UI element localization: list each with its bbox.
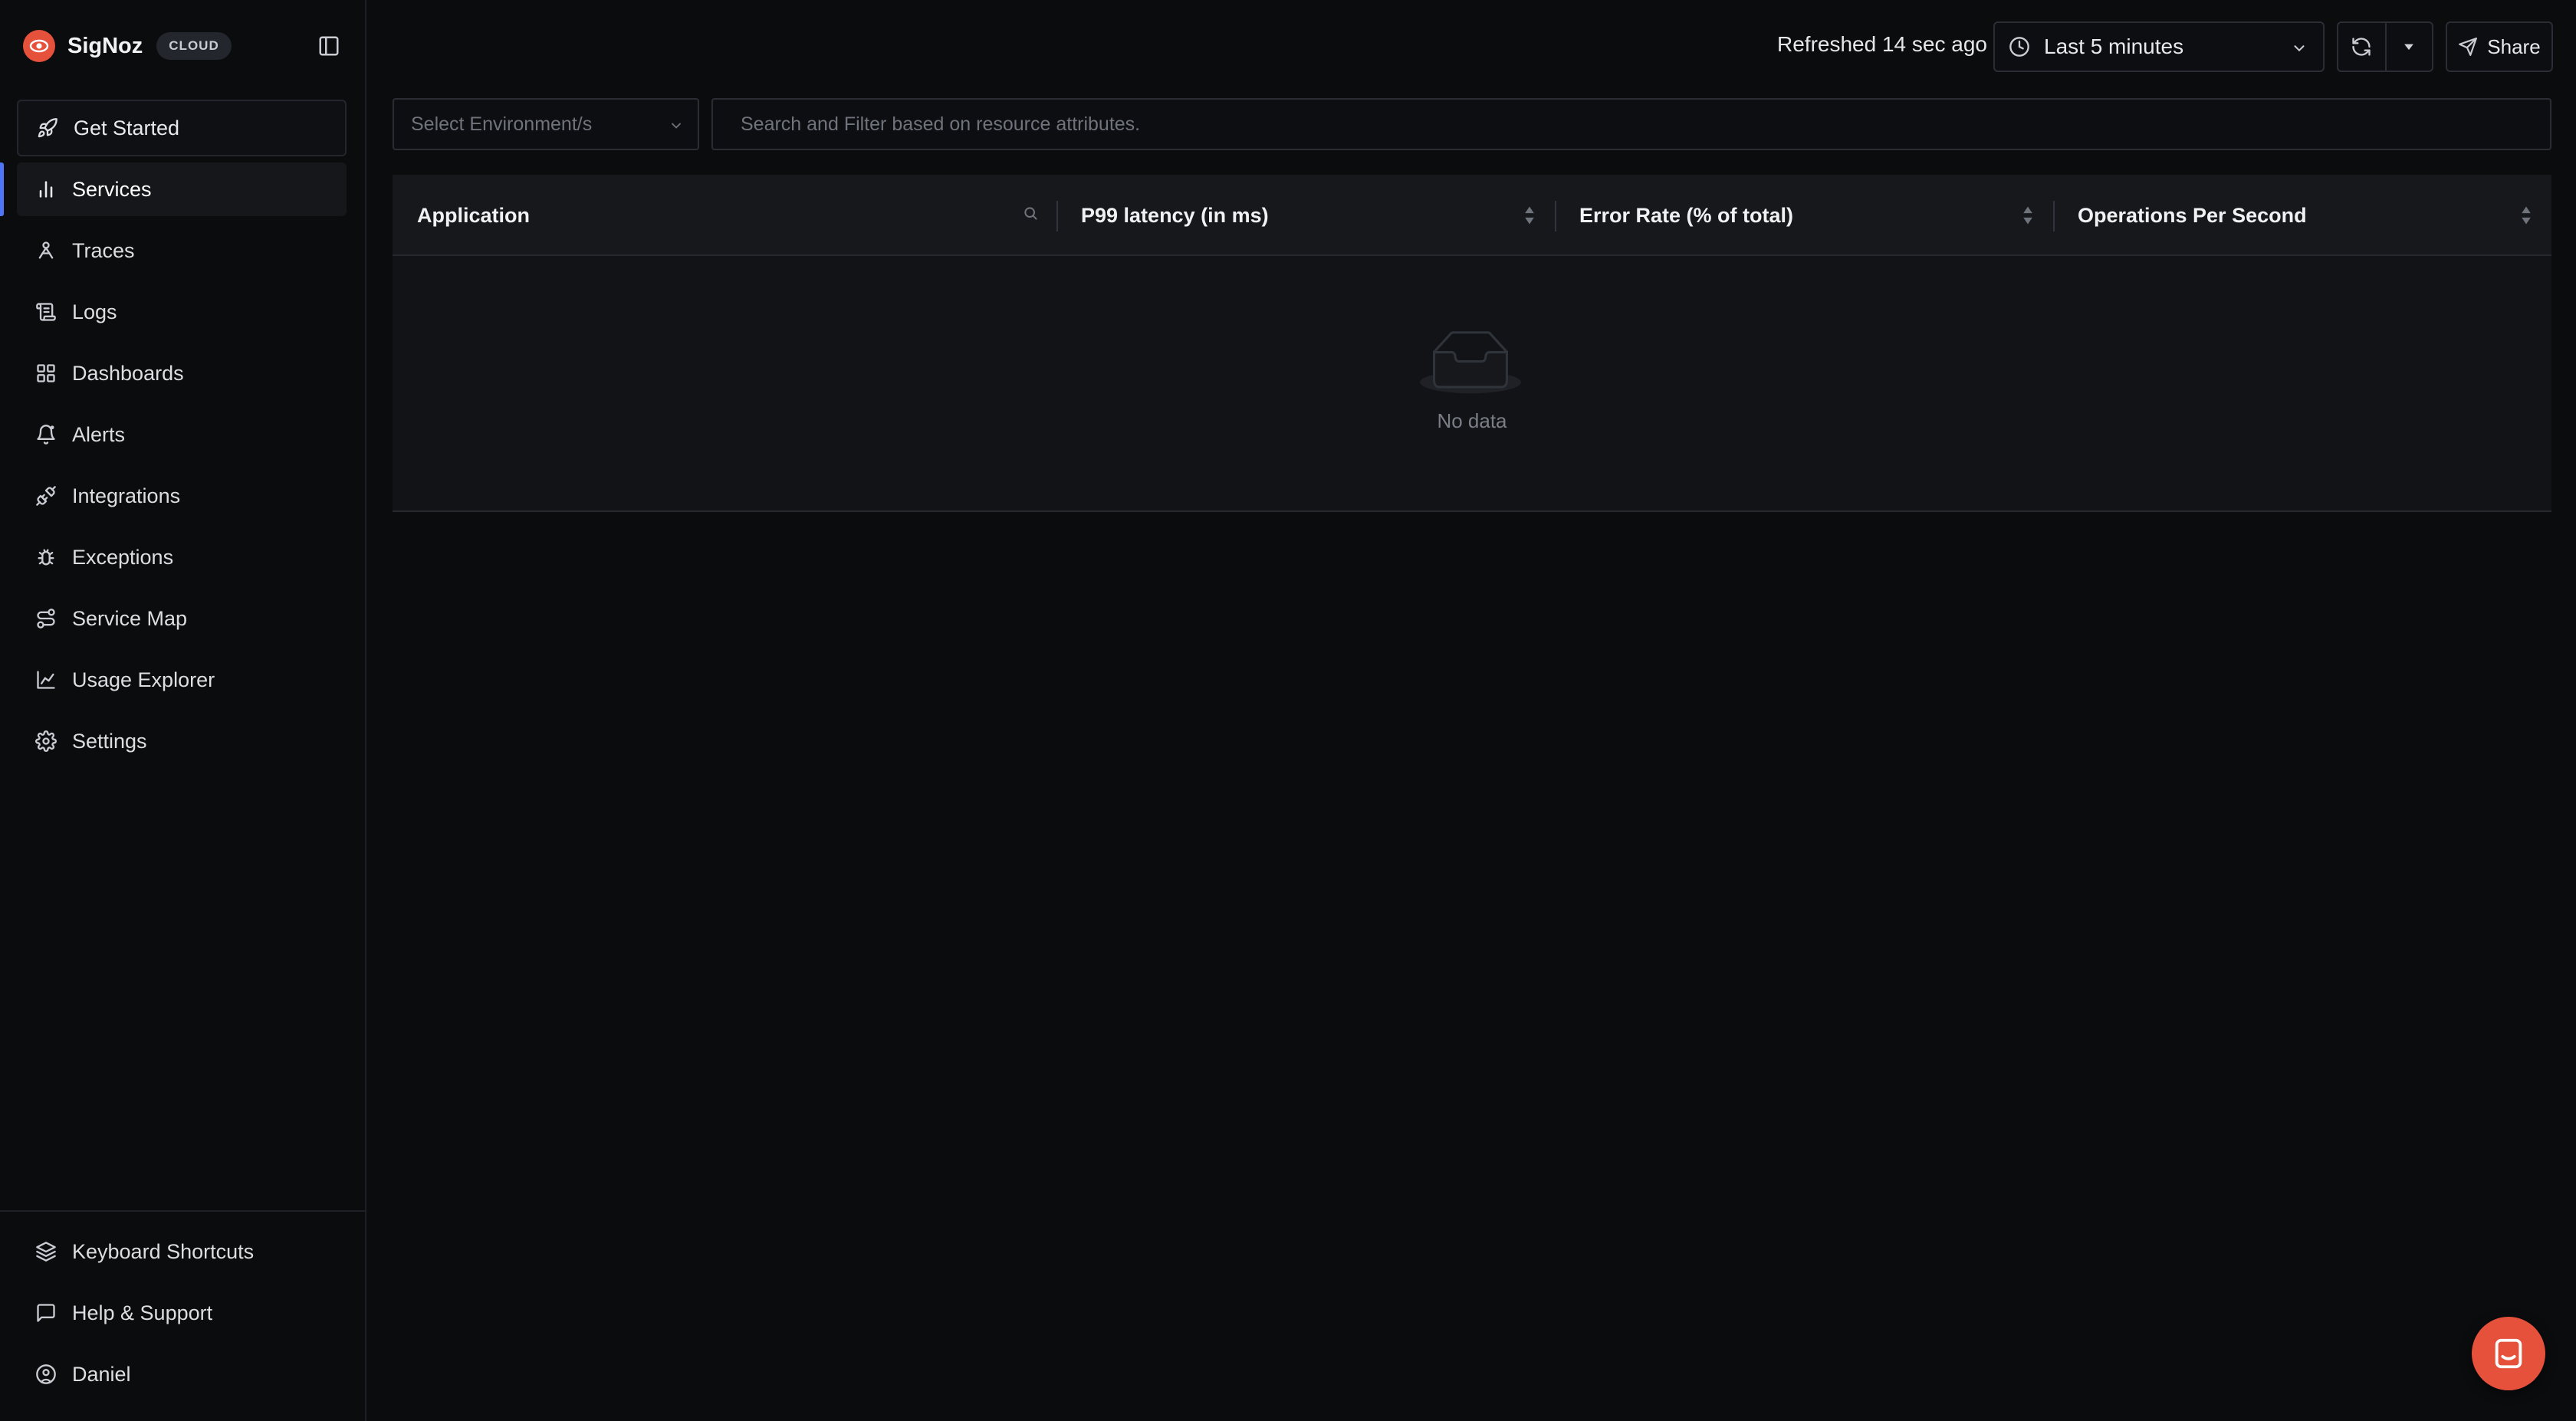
traces-icon xyxy=(34,238,58,263)
sidebar-item-label: Usage Explorer xyxy=(72,668,215,691)
sidebar-item-label: Service Map xyxy=(72,606,188,630)
column-header-label: Application xyxy=(417,203,530,227)
sidebar-toggle-icon xyxy=(319,36,339,56)
send-icon xyxy=(2459,38,2478,56)
sidebar-item-label: Dashboards xyxy=(72,361,184,385)
sidebar-item-label: Daniel xyxy=(72,1362,131,1386)
sidebar-item-logs[interactable]: Logs xyxy=(17,285,347,339)
search-icon[interactable] xyxy=(1023,205,1038,221)
brand[interactable]: SigNoz CLOUD xyxy=(23,28,232,64)
column-header-label: Error Rate (% of total) xyxy=(1579,203,1794,227)
brand-badge: CLOUD xyxy=(156,32,232,60)
message-square-icon xyxy=(34,1301,58,1325)
sort-icon[interactable] xyxy=(2021,205,2035,225)
nav-get-started[interactable]: Get Started xyxy=(17,100,347,156)
collapse-sidebar-button[interactable] xyxy=(316,33,342,59)
column-header-label: Operations Per Second xyxy=(2078,203,2307,227)
column-header-p99-latency[interactable]: P99 latency (in ms) xyxy=(1056,175,1555,256)
sidebar-item-traces[interactable]: Traces xyxy=(17,224,347,277)
gear-icon xyxy=(34,729,58,753)
sidebar-item-user[interactable]: Daniel xyxy=(17,1347,347,1401)
active-nav-indicator xyxy=(0,162,4,216)
sidebar-item-label: Exceptions xyxy=(72,545,174,569)
sidebar-item-alerts[interactable]: Alerts xyxy=(17,408,347,461)
column-header-label: P99 latency (in ms) xyxy=(1081,203,1269,227)
logs-icon xyxy=(34,300,58,324)
bell-icon xyxy=(34,422,58,447)
user-circle-icon xyxy=(34,1362,58,1387)
route-icon xyxy=(34,606,58,631)
clock-icon xyxy=(2009,37,2029,57)
sidebar-item-label: Settings xyxy=(72,729,147,753)
sidebar-item-label: Logs xyxy=(72,300,117,323)
sidebar-divider xyxy=(0,1210,365,1212)
plug-icon xyxy=(34,484,58,508)
sidebar-item-usage-explorer[interactable]: Usage Explorer xyxy=(17,653,347,707)
rocket-icon xyxy=(35,116,60,140)
layers-icon xyxy=(34,1239,58,1264)
empty-inbox-icon xyxy=(1420,331,1521,394)
nav-label-get-started: Get Started xyxy=(74,116,180,139)
column-header-operations-per-second[interactable]: Operations Per Second xyxy=(2053,175,2551,256)
sidebar-item-exceptions[interactable]: Exceptions xyxy=(17,530,347,584)
sidebar-item-label: Traces xyxy=(72,238,135,262)
column-header-error-rate[interactable]: Error Rate (% of total) xyxy=(1555,175,2053,256)
chat-icon xyxy=(2495,1338,2522,1369)
sidebar-item-services[interactable]: Services xyxy=(17,162,347,216)
line-chart-icon xyxy=(34,668,58,692)
bug-icon xyxy=(34,545,58,569)
chevron-down-icon xyxy=(672,123,681,129)
resource-attributes-search-input[interactable] xyxy=(711,98,2551,150)
brand-name: SigNoz xyxy=(67,33,143,58)
dashboards-icon xyxy=(34,361,58,386)
environment-select[interactable]: Select Environment/s xyxy=(393,98,699,150)
share-button[interactable]: Share xyxy=(2446,21,2553,72)
column-header-application[interactable]: Application xyxy=(393,175,1056,256)
sidebar-item-label: Services xyxy=(72,177,152,201)
sidebar-item-help-support[interactable]: Help & Support xyxy=(17,1286,347,1340)
refresh-icon xyxy=(2352,38,2371,56)
sidebar-item-settings[interactable]: Settings xyxy=(17,714,347,768)
time-range-select[interactable]: Last 5 minutes xyxy=(1993,21,2325,72)
bar-chart-icon xyxy=(34,177,58,202)
sidebar-item-dashboards[interactable]: Dashboards xyxy=(17,346,347,400)
share-label: Share xyxy=(2487,34,2541,58)
empty-state-text: No data xyxy=(1437,409,1507,432)
sort-icon[interactable] xyxy=(1523,205,1536,225)
sidebar-item-label: Alerts xyxy=(72,422,126,446)
caret-down-icon xyxy=(2404,44,2414,51)
refresh-interval-dropdown[interactable] xyxy=(2384,23,2432,71)
sidebar-item-label: Keyboard Shortcuts xyxy=(72,1239,255,1263)
sidebar: SigNoz CLOUD Get Started Services Traces… xyxy=(0,0,366,1421)
environment-placeholder: Select Environment/s xyxy=(411,113,593,135)
sidebar-item-service-map[interactable]: Service Map xyxy=(17,592,347,645)
refreshed-status: Refreshed 14 sec ago xyxy=(1777,32,1987,56)
support-chat-button[interactable] xyxy=(2472,1317,2545,1390)
sidebar-item-keyboard-shortcuts[interactable]: Keyboard Shortcuts xyxy=(17,1225,347,1278)
sidebar-item-label: Integrations xyxy=(72,484,181,507)
time-range-value: Last 5 minutes xyxy=(2044,34,2184,58)
app-root: SigNoz CLOUD Get Started Services Traces… xyxy=(0,0,2576,1421)
chevron-down-icon xyxy=(2294,45,2305,52)
table-header: Application P99 latency (in ms) Error Ra… xyxy=(393,175,2551,256)
sidebar-item-label: Help & Support xyxy=(72,1301,213,1324)
refresh-button-group xyxy=(2337,21,2433,72)
refresh-button[interactable] xyxy=(2338,23,2385,71)
sidebar-item-integrations[interactable]: Integrations xyxy=(17,469,347,523)
sort-icon[interactable] xyxy=(2519,205,2533,225)
signoz-logo-icon xyxy=(23,30,55,62)
main-content: Refreshed 14 sec ago Last 5 minutes Shar… xyxy=(366,0,2576,1421)
